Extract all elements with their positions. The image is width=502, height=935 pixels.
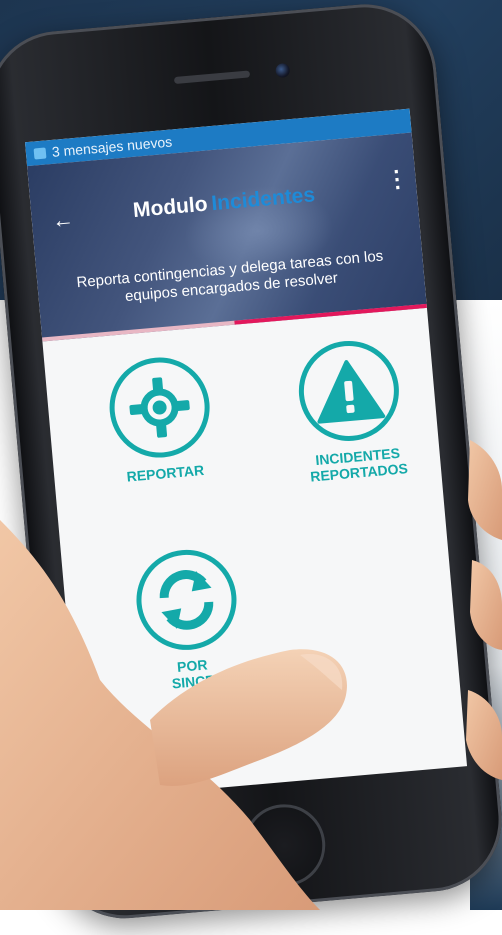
tile-por-sincronizar[interactable]: POR SINCR [107, 544, 269, 697]
sync-icon [159, 570, 214, 630]
phone-device: 3 mensajes nuevos ← · · · ModuloIncidentes… [0, 0, 502, 935]
reportar-label: REPORTAR [126, 461, 205, 485]
warning-icon [317, 360, 386, 424]
reportar-ring[interactable] [105, 353, 214, 462]
incidentes-ring[interactable] [294, 336, 404, 446]
app-screen: 3 mensajes nuevos ← · · · ModuloIncidentes… [24, 108, 468, 800]
sync-label: POR SINCR [171, 656, 217, 692]
message-icon [33, 146, 47, 159]
tile-incidentes-reportados[interactable]: INCIDENTES REPORTADOS [270, 335, 432, 488]
crosshair-icon [129, 377, 190, 438]
incidentes-label: INCIDENTES REPORTADOS [309, 444, 409, 485]
home-button[interactable] [239, 800, 329, 890]
tile-reportar[interactable]: REPORTAR [81, 351, 241, 488]
front-camera-icon [275, 62, 291, 79]
phone-body: 3 mensajes nuevos ← · · · ModuloIncidentes… [0, 0, 502, 925]
sync-ring[interactable] [132, 545, 241, 655]
speaker-grille [173, 70, 251, 85]
